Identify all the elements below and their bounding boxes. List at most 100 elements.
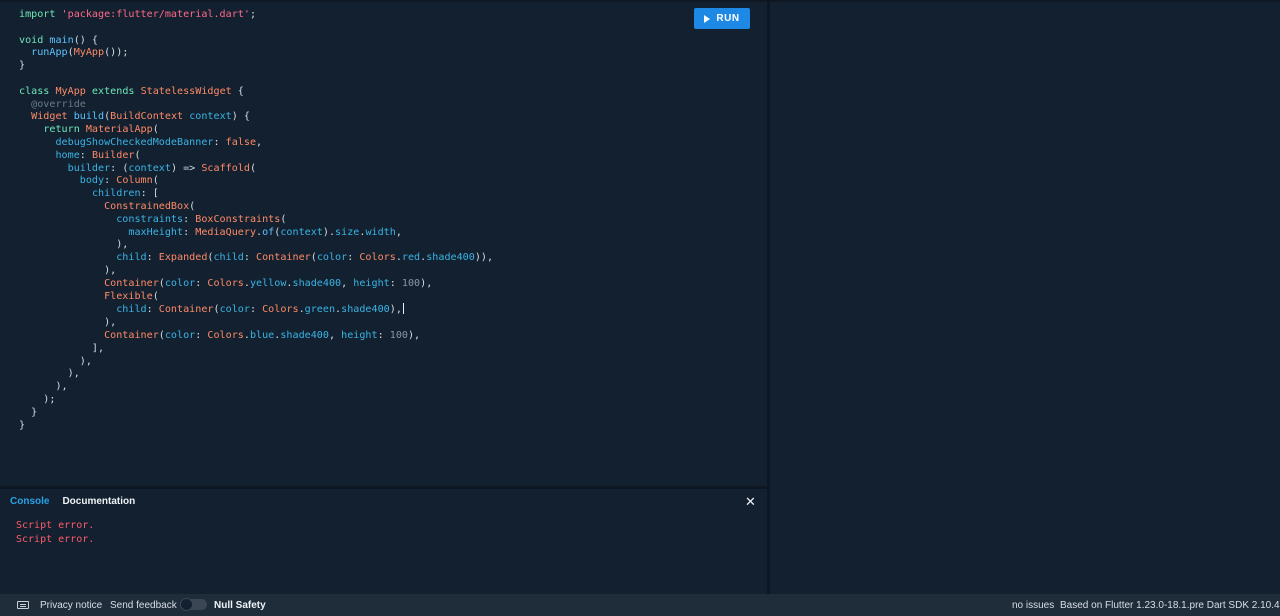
code-token: BoxConstraints bbox=[195, 213, 281, 225]
code-token: ), bbox=[19, 355, 92, 367]
code-token: ( bbox=[152, 124, 159, 136]
code-token: ); bbox=[19, 393, 56, 405]
code-token: ConstrainedBox bbox=[104, 200, 190, 212]
code-token: ( bbox=[134, 149, 141, 161]
privacy-notice-link[interactable]: Privacy notice bbox=[40, 600, 102, 611]
send-feedback-link[interactable]: Send feedback bbox=[110, 600, 177, 611]
code-token: ( bbox=[249, 162, 257, 174]
code-token: Container bbox=[158, 304, 214, 316]
code-token: : bbox=[183, 213, 196, 225]
tab-console[interactable]: Console bbox=[10, 496, 49, 507]
code-token: yellow bbox=[249, 277, 287, 289]
code-token: : ( bbox=[110, 162, 129, 174]
code-token: red bbox=[401, 252, 421, 264]
code-token: ), bbox=[19, 368, 80, 380]
code-token: : bbox=[195, 329, 208, 341]
code-token: Container bbox=[104, 329, 159, 341]
code-token: color bbox=[164, 277, 196, 289]
console-line: Script error. bbox=[16, 534, 95, 545]
code-token: import bbox=[19, 9, 62, 20]
code-token: Colors bbox=[207, 277, 244, 289]
code-token: : bbox=[79, 149, 92, 161]
code-token: } bbox=[19, 419, 26, 431]
code-token: : bbox=[377, 329, 390, 341]
code-token: home bbox=[55, 149, 80, 161]
code-token: Builder bbox=[91, 149, 135, 161]
code-token: : bbox=[146, 252, 159, 264]
code-token: debugShowCheckedModeBanner bbox=[55, 136, 214, 148]
code-token: MyApp bbox=[73, 47, 105, 59]
code-token: child bbox=[213, 252, 244, 264]
console-tabs: Console Documentation bbox=[10, 496, 135, 507]
toggle-knob bbox=[180, 598, 193, 611]
code-token: Colors bbox=[262, 304, 299, 316]
code-token: ), bbox=[420, 277, 433, 289]
run-button-label: RUN bbox=[716, 13, 740, 24]
text-cursor bbox=[402, 303, 404, 315]
keyboard-icon[interactable] bbox=[17, 601, 29, 609]
code-token: ( bbox=[280, 213, 287, 225]
code-token: Widget bbox=[31, 111, 68, 123]
code-editor[interactable]: import 'package:flutter/material.dart'; … bbox=[0, 0, 767, 486]
null-safety-toggle[interactable] bbox=[180, 598, 207, 611]
code-token: Container bbox=[104, 277, 159, 289]
code-token: ; bbox=[249, 9, 257, 20]
code-token: 'package:flutter/material.dart' bbox=[61, 9, 250, 20]
run-button[interactable]: RUN bbox=[694, 8, 750, 29]
code-token: : bbox=[183, 226, 196, 238]
issues-status[interactable]: no issues bbox=[1012, 600, 1054, 611]
tab-documentation[interactable]: Documentation bbox=[62, 496, 135, 507]
code-token: ), bbox=[407, 329, 421, 341]
code-token: context bbox=[189, 111, 232, 123]
code-text[interactable]: import 'package:flutter/material.dart'; … bbox=[19, 9, 493, 432]
code-token: build bbox=[73, 111, 105, 123]
code-token: blue bbox=[249, 329, 275, 341]
code-token: maxHeight bbox=[128, 226, 184, 238]
code-token: MaterialApp bbox=[85, 124, 153, 136]
code-token: : bbox=[347, 252, 360, 264]
code-token: Expanded bbox=[158, 252, 208, 264]
console-line: Script error. bbox=[16, 520, 95, 531]
code-token: child bbox=[116, 304, 147, 316]
console-output: Script error. Script error. bbox=[16, 519, 94, 547]
code-token: , bbox=[256, 136, 263, 148]
code-token: size bbox=[335, 226, 360, 238]
code-token: ), bbox=[19, 239, 129, 251]
code-token: shade400 bbox=[280, 329, 329, 341]
code-token: , bbox=[341, 277, 354, 289]
code-token: height bbox=[353, 277, 390, 289]
code-token: 100 bbox=[389, 329, 408, 341]
code-token: : bbox=[146, 304, 159, 316]
code-token: } bbox=[19, 406, 38, 418]
code-token: ), bbox=[389, 304, 402, 316]
code-token: ) { bbox=[231, 111, 250, 123]
code-token: color bbox=[164, 329, 196, 341]
code-token: width bbox=[365, 226, 396, 238]
code-token: : bbox=[243, 252, 257, 264]
code-token: ), bbox=[19, 264, 117, 276]
code-token: ( bbox=[152, 175, 159, 187]
code-token: ( bbox=[189, 200, 196, 212]
code-token: , bbox=[328, 329, 342, 341]
close-icon[interactable]: ✕ bbox=[745, 494, 756, 510]
code-token: return bbox=[43, 124, 80, 136]
code-token: false bbox=[225, 136, 257, 148]
code-token: builder bbox=[67, 162, 111, 174]
play-icon bbox=[704, 14, 711, 23]
code-token: ()); bbox=[104, 47, 129, 59]
code-token: Scaffold bbox=[201, 162, 250, 174]
code-token: context bbox=[128, 162, 171, 174]
code-token: context bbox=[280, 226, 323, 238]
console-panel: Console Documentation ✕ Script error. Scr… bbox=[0, 489, 767, 594]
